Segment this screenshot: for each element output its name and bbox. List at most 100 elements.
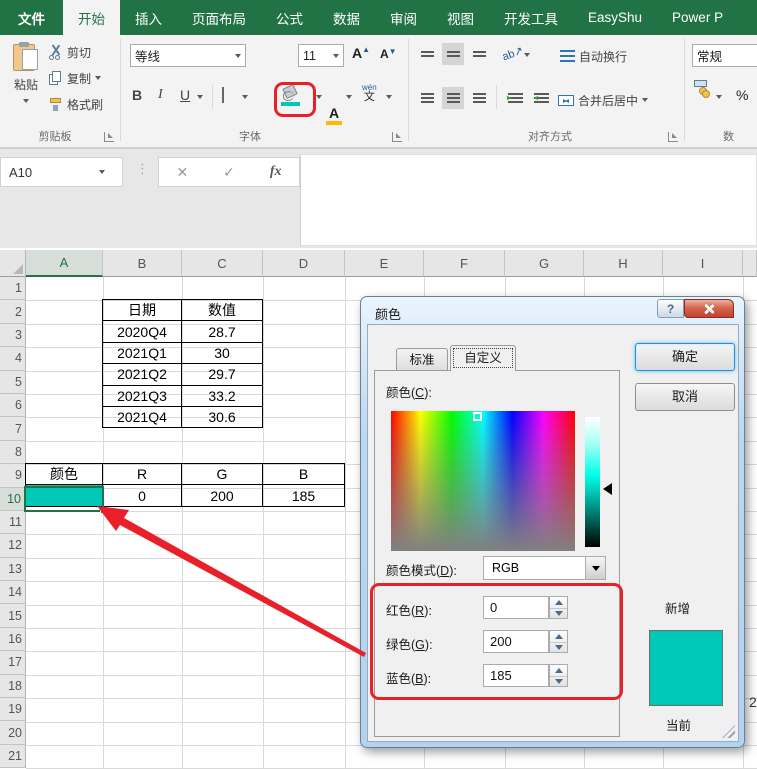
column-header-D[interactable]: D: [263, 250, 345, 277]
spin-down-icon[interactable]: [550, 675, 567, 687]
column-header-I[interactable]: I: [663, 250, 743, 277]
date-cell[interactable]: 2021Q3: [102, 384, 182, 407]
align-center-button[interactable]: [442, 87, 464, 109]
column-header-E[interactable]: E: [345, 250, 424, 277]
row-header-2[interactable]: 2: [0, 300, 26, 324]
alignment-launcher-icon[interactable]: [668, 132, 678, 142]
underline-caret-icon[interactable]: [197, 95, 203, 99]
spin-down-icon[interactable]: [550, 641, 567, 653]
blue-input[interactable]: [483, 664, 549, 687]
row-header-10[interactable]: 10: [0, 487, 26, 511]
cancel-button[interactable]: 取消: [635, 383, 735, 411]
selected-cell-border[interactable]: [24, 486, 104, 512]
color-gradient-field[interactable]: [391, 411, 575, 551]
borders-button[interactable]: [222, 87, 224, 103]
name-box-input[interactable]: [1, 164, 91, 180]
row-header-18[interactable]: 18: [0, 674, 26, 699]
value-cell[interactable]: 33.2: [181, 384, 263, 407]
luminance-bar[interactable]: [585, 417, 600, 547]
borders-caret-icon[interactable]: [242, 95, 248, 99]
font-color-caret-icon[interactable]: [346, 95, 352, 99]
b-header-cell[interactable]: B: [262, 462, 345, 486]
column-header-G[interactable]: G: [505, 250, 584, 277]
row-header-20[interactable]: 20: [0, 721, 26, 745]
decrease-indent-button[interactable]: [504, 87, 526, 109]
color-mode-dropdown-icon[interactable]: [585, 557, 605, 579]
align-bottom-button[interactable]: [468, 43, 490, 65]
green-input[interactable]: [483, 630, 549, 653]
close-button[interactable]: [684, 299, 734, 318]
date-cell[interactable]: 2021Q2: [102, 363, 182, 386]
spin-up-icon[interactable]: [550, 631, 567, 642]
help-button[interactable]: ?: [657, 299, 684, 318]
red-spinner[interactable]: [549, 596, 568, 619]
align-right-button[interactable]: [468, 87, 490, 109]
align-middle-button[interactable]: [442, 43, 464, 65]
resize-grip-icon[interactable]: [722, 725, 735, 738]
percent-style-button[interactable]: %: [736, 87, 748, 103]
fill-handle[interactable]: [100, 508, 106, 514]
cut-button[interactable]: 剪切: [48, 41, 91, 63]
column-header-B[interactable]: B: [103, 250, 182, 277]
paste-button[interactable]: 粘贴: [6, 40, 46, 126]
font-size-combo[interactable]: 11: [298, 44, 344, 67]
value-header-cell[interactable]: 数值: [181, 298, 263, 322]
row-header-14[interactable]: 14: [0, 581, 26, 605]
column-header-H[interactable]: H: [584, 250, 663, 277]
ribbon-tab-1[interactable]: 文件: [0, 0, 63, 35]
font-color-button[interactable]: A: [326, 105, 342, 125]
row-header-11[interactable]: 11: [0, 510, 26, 535]
accounting-caret-icon[interactable]: [716, 95, 722, 99]
row-header-17[interactable]: 17: [0, 651, 26, 675]
row-header-1[interactable]: 1: [0, 277, 26, 301]
number-format-combo[interactable]: 常规: [692, 44, 757, 67]
spin-up-icon[interactable]: [550, 597, 567, 608]
bold-button[interactable]: B: [132, 87, 142, 103]
insert-function-icon[interactable]: fx: [270, 164, 282, 180]
select-all-button[interactable]: [0, 250, 26, 277]
tab-standard[interactable]: 标准: [396, 348, 448, 370]
blue-spinner[interactable]: [549, 664, 568, 687]
row-header-21[interactable]: 21: [0, 744, 26, 769]
r-header-cell[interactable]: R: [102, 462, 182, 486]
ribbon-tab-8[interactable]: 视图: [432, 0, 489, 35]
format-painter-button[interactable]: 格式刷: [48, 93, 103, 115]
ribbon-tab-9[interactable]: 开发工具: [489, 0, 573, 35]
ribbon-tab-7[interactable]: 审阅: [375, 0, 432, 35]
ribbon-tab-10[interactable]: EasyShu: [573, 0, 657, 35]
enter-entry-icon[interactable]: ✓: [223, 164, 235, 181]
color-mode-select[interactable]: RGB: [483, 556, 606, 580]
row-header-15[interactable]: 15: [0, 604, 26, 628]
luminance-slider-icon[interactable]: [603, 483, 612, 495]
date-cell[interactable]: 2021Q4: [102, 405, 182, 429]
orientation-button[interactable]: ab↗: [500, 44, 525, 64]
copy-button[interactable]: 复制: [48, 67, 102, 89]
date-cell[interactable]: 2020Q4: [102, 320, 182, 343]
formula-bar-splitter[interactable]: ⋮: [136, 161, 149, 177]
row-header-12[interactable]: 12: [0, 534, 26, 558]
merge-center-button[interactable]: 合并后居中: [558, 89, 649, 111]
row-header-7[interactable]: 7: [0, 417, 26, 441]
value-cell[interactable]: 29.7: [181, 363, 263, 386]
row-header-16[interactable]: 16: [0, 627, 26, 652]
ribbon-tab-6[interactable]: 数据: [318, 0, 375, 35]
date-header-cell[interactable]: 日期: [102, 298, 182, 322]
increase-indent-button[interactable]: [530, 87, 552, 109]
wrap-text-button[interactable]: 自动换行: [560, 45, 627, 67]
column-header-C[interactable]: C: [182, 250, 263, 277]
fill-color-caret-icon[interactable]: [316, 95, 322, 99]
ribbon-tab-4[interactable]: 页面布局: [177, 0, 261, 35]
column-header-A[interactable]: A: [26, 250, 103, 277]
fill-color-button[interactable]: [280, 83, 302, 106]
row-header-4[interactable]: 4: [0, 347, 26, 371]
cancel-entry-icon[interactable]: ✕: [176, 164, 188, 181]
row-header-19[interactable]: 19: [0, 698, 26, 722]
value-cell[interactable]: 30: [181, 341, 263, 365]
row-header-9[interactable]: 9: [0, 464, 26, 488]
green-spinner[interactable]: [549, 630, 568, 653]
color-marker-icon[interactable]: [473, 412, 482, 421]
font-launcher-icon[interactable]: [392, 132, 402, 142]
name-box-caret-icon[interactable]: [99, 170, 105, 174]
row-header-8[interactable]: 8: [0, 440, 26, 465]
name-box[interactable]: [0, 157, 123, 187]
